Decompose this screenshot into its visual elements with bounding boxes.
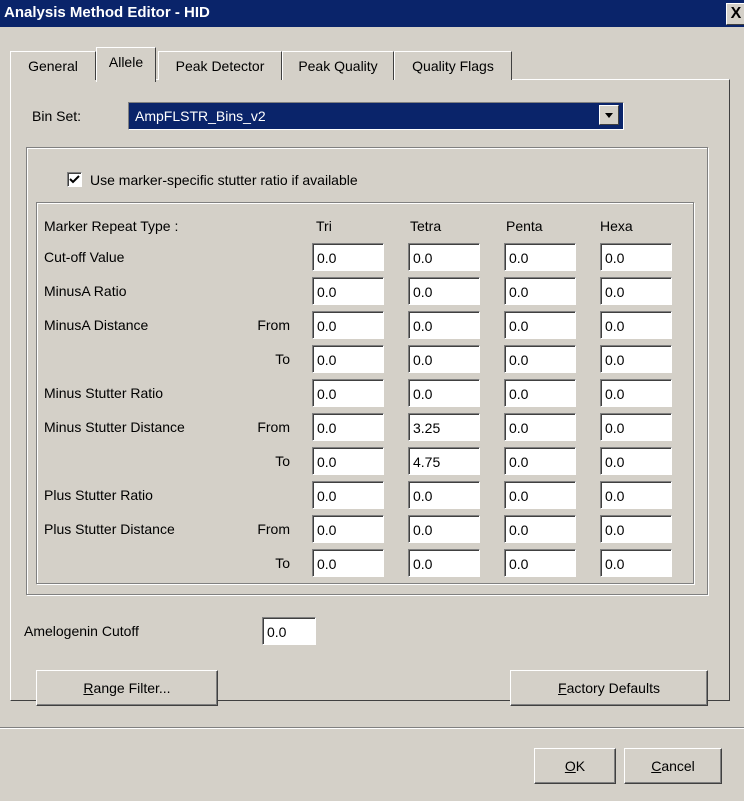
value-input-hexa[interactable]: 0.0 (600, 379, 672, 407)
column-header-tetra: Tetra (410, 218, 442, 234)
amelogenin-label: Amelogenin Cutoff (24, 623, 139, 639)
row-sub-label: To (275, 453, 290, 469)
value-input-tri[interactable]: 0.0 (312, 549, 384, 577)
value-input-hexa[interactable]: 0.0 (600, 311, 672, 339)
row-label: Plus Stutter Distance (44, 521, 175, 537)
value-input-tetra[interactable]: 3.25 (408, 413, 480, 441)
value-input-penta[interactable]: 0.0 (504, 243, 576, 271)
value-input-penta[interactable]: 0.0 (504, 345, 576, 373)
value-input-hexa[interactable]: 0.0 (600, 413, 672, 441)
value-input-tri[interactable]: 0.0 (312, 447, 384, 475)
checkmark-icon (69, 175, 80, 184)
ok-button[interactable]: OK (534, 748, 616, 784)
row-label: Cut-off Value (44, 249, 125, 265)
value-input-penta[interactable]: 0.0 (504, 311, 576, 339)
value-input-hexa[interactable]: 0.0 (600, 515, 672, 543)
tab-allele[interactable]: Allele (96, 47, 156, 82)
value-input-tetra[interactable]: 0.0 (408, 515, 480, 543)
column-header-hexa: Hexa (600, 218, 633, 234)
stutter-checkbox-label: Use marker-specific stutter ratio if ava… (90, 172, 358, 188)
row-label: MinusA Distance (44, 317, 149, 333)
value-input-tetra[interactable]: 4.75 (408, 447, 480, 475)
column-header-penta: Penta (506, 218, 543, 234)
row-sub-label: From (257, 521, 290, 537)
row-label: Minus Stutter Distance (44, 419, 185, 435)
row-sub-label: To (275, 351, 290, 367)
value-input-hexa[interactable]: 0.0 (600, 447, 672, 475)
value-input-hexa[interactable]: 0.0 (600, 243, 672, 271)
value-input-penta[interactable]: 0.0 (504, 277, 576, 305)
value-input-tri[interactable]: 0.0 (312, 413, 384, 441)
tab-quality-flags[interactable]: Quality Flags (394, 51, 512, 80)
value-input-hexa[interactable]: 0.0 (600, 277, 672, 305)
value-input-tetra[interactable]: 0.0 (408, 311, 480, 339)
value-input-tetra[interactable]: 0.0 (408, 345, 480, 373)
cancel-button[interactable]: Cancel (624, 748, 722, 784)
row-sub-label: From (257, 419, 290, 435)
factory-defaults-button[interactable]: Factory Defaults (510, 670, 708, 706)
value-input-hexa[interactable]: 0.0 (600, 549, 672, 577)
tab-peak-quality[interactable]: Peak Quality (282, 51, 394, 80)
row-sub-label: From (257, 317, 290, 333)
value-input-hexa[interactable]: 0.0 (600, 345, 672, 373)
tab-general[interactable]: General (10, 51, 96, 80)
value-input-tri[interactable]: 0.0 (312, 345, 384, 373)
value-input-tri[interactable]: 0.0 (312, 515, 384, 543)
value-input-penta[interactable]: 0.0 (504, 379, 576, 407)
value-input-tri[interactable]: 0.0 (312, 481, 384, 509)
range-filter-button[interactable]: Range Filter... (36, 670, 218, 706)
row-label: Plus Stutter Ratio (44, 487, 153, 503)
value-input-tetra[interactable]: 0.0 (408, 243, 480, 271)
value-input-penta[interactable]: 0.0 (504, 515, 576, 543)
dropdown-arrow-icon[interactable] (599, 105, 619, 125)
stutter-checkbox[interactable] (67, 172, 82, 187)
value-input-tetra[interactable]: 0.0 (408, 481, 480, 509)
row-label: MinusA Ratio (44, 283, 127, 299)
value-input-penta[interactable]: 0.0 (504, 447, 576, 475)
value-input-tetra[interactable]: 0.0 (408, 277, 480, 305)
value-input-tri[interactable]: 0.0 (312, 379, 384, 407)
value-input-tri[interactable]: 0.0 (312, 311, 384, 339)
row-sub-label: To (275, 555, 290, 571)
tab-peak-detector[interactable]: Peak Detector (158, 51, 282, 80)
bin-set-label: Bin Set: (32, 108, 82, 124)
close-icon[interactable]: X (726, 3, 744, 25)
window-title: Analysis Method Editor - HID (4, 4, 210, 21)
value-input-tri[interactable]: 0.0 (312, 243, 384, 271)
marker-repeat-type-label: Marker Repeat Type : (44, 218, 179, 234)
column-header-tri: Tri (316, 218, 332, 234)
value-input-penta[interactable]: 0.0 (504, 481, 576, 509)
bin-set-select[interactable]: AmpFLSTR_Bins_v2 (128, 102, 624, 130)
row-label: Minus Stutter Ratio (44, 385, 164, 401)
value-input-tri[interactable]: 0.0 (312, 277, 384, 305)
value-input-penta[interactable]: 0.0 (504, 549, 576, 577)
value-input-tetra[interactable]: 0.0 (408, 549, 480, 577)
amelogenin-input[interactable]: 0.0 (262, 617, 316, 645)
value-input-tetra[interactable]: 0.0 (408, 379, 480, 407)
value-input-hexa[interactable]: 0.0 (600, 481, 672, 509)
bin-set-value: AmpFLSTR_Bins_v2 (135, 108, 266, 124)
value-input-penta[interactable]: 0.0 (504, 413, 576, 441)
separator-line-highlight (0, 728, 744, 729)
